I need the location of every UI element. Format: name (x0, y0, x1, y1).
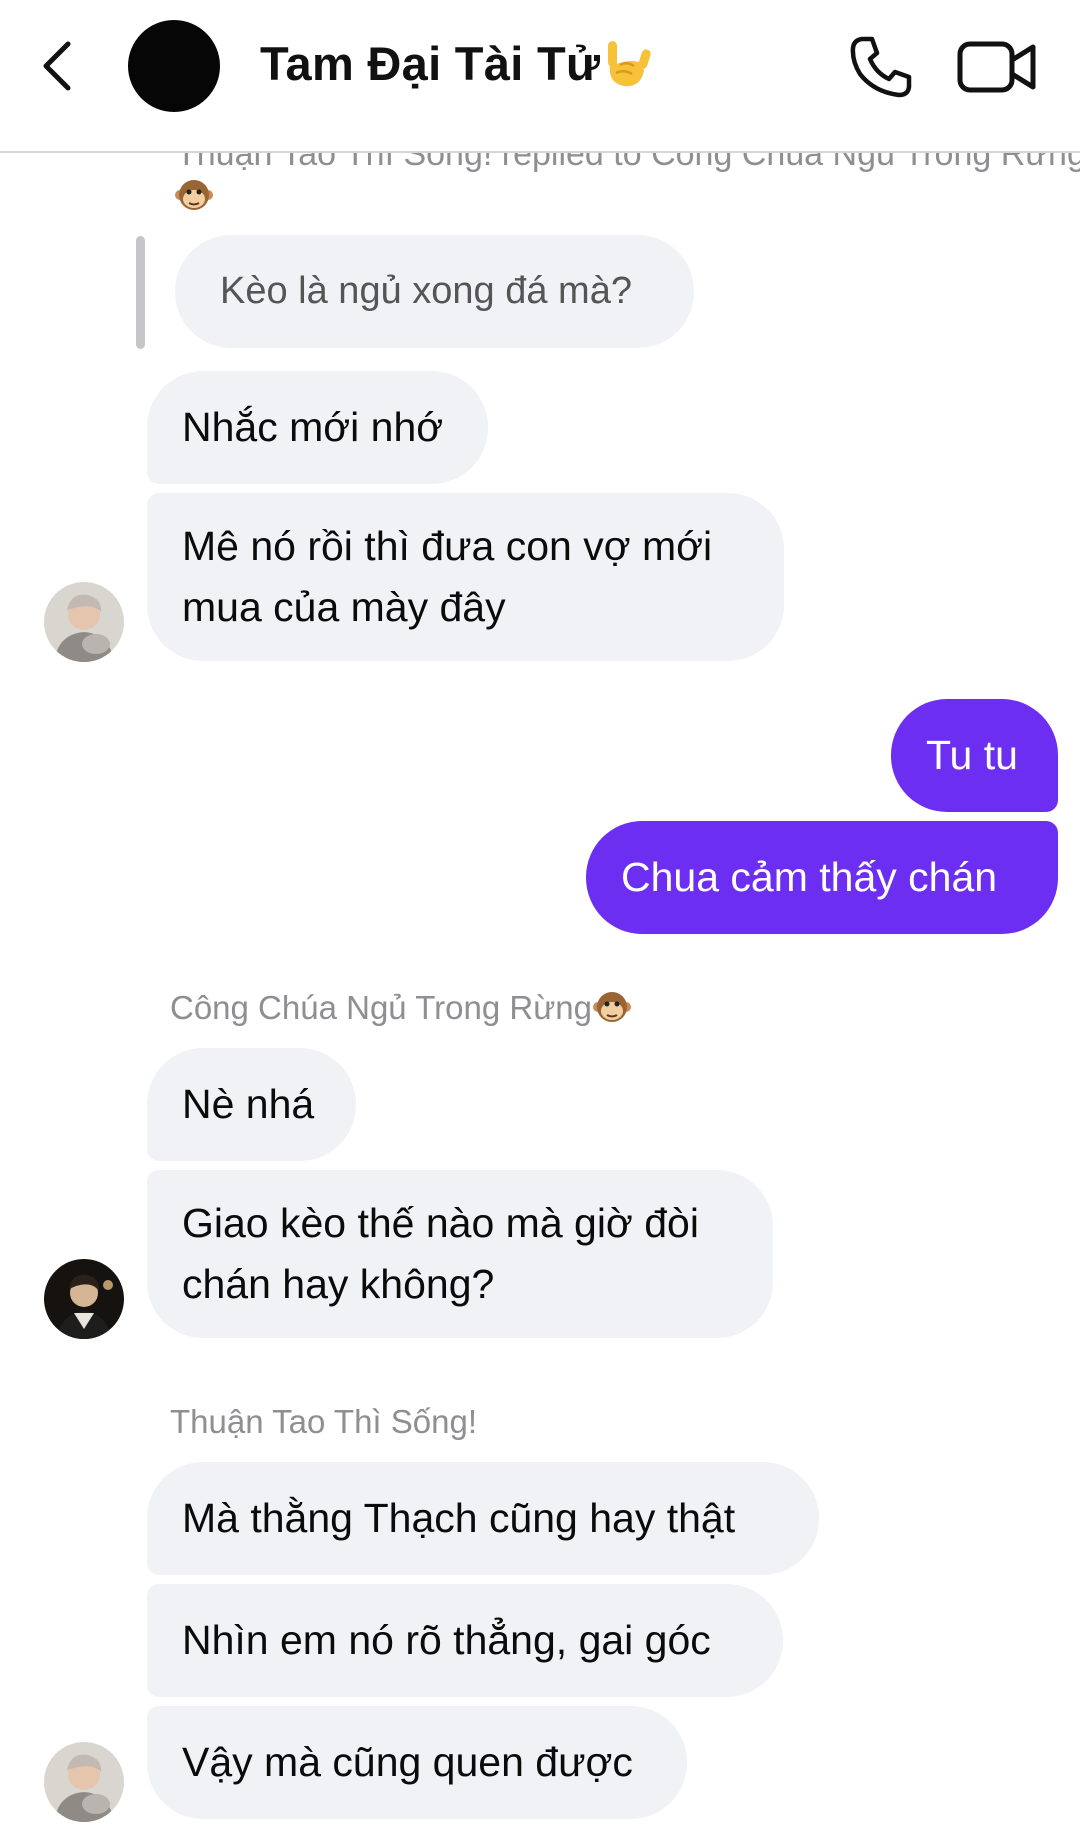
sender-avatar[interactable] (44, 1742, 124, 1822)
message-text: Nè nhá (182, 1081, 315, 1127)
reply-context-text: Thuận Tao Thì Sống! replied to Công Chúa… (176, 153, 1080, 173)
chat-title[interactable]: Tam Đại Tài Tử (260, 36, 652, 91)
message-bubble-incoming[interactable]: Nhìn em nó rõ thẳng, gai góc (147, 1584, 783, 1697)
rock-on-hand-emoji (608, 40, 652, 86)
message-text: Tu tu (926, 732, 1018, 778)
monkey-face-emoji (175, 180, 213, 210)
sender-name: Công Chúa Ngủ Trong Rừng (170, 989, 632, 1027)
video-camera-icon (957, 41, 1036, 93)
profile-photo-icon (44, 1742, 124, 1822)
audio-call-button[interactable] (848, 34, 914, 100)
message-text: Giao kèo thế nào mà giờ đòi chán hay khô… (182, 1200, 699, 1307)
message-bubble-incoming[interactable]: Nhắc mới nhớ (147, 371, 488, 484)
reply-context-label: Thuận Tao Thì Sống! replied to Công Chúa… (176, 153, 1080, 174)
sender-name: Thuận Tao Thì Sống! (170, 1403, 477, 1441)
sender-avatar[interactable] (44, 582, 124, 662)
message-text: Mê nó rồi thì đưa con vợ mới mua của mày… (182, 523, 713, 630)
message-bubble-incoming[interactable]: Nè nhá (147, 1048, 356, 1161)
message-text: Nhìn em nó rõ thẳng, gai góc (182, 1617, 711, 1663)
video-call-button[interactable] (956, 38, 1038, 96)
chat-title-text: Tam Đại Tài Tử (260, 37, 601, 90)
message-bubble-incoming[interactable]: Giao kèo thế nào mà giờ đòi chán hay khô… (147, 1170, 773, 1338)
sender-avatar[interactable] (44, 1259, 124, 1339)
reply-indicator-bar (136, 236, 145, 349)
message-text: Nhắc mới nhớ (182, 404, 444, 450)
message-bubble-incoming[interactable]: Mà thằng Thạch cũng hay thật (147, 1462, 819, 1575)
chat-header: Tam Đại Tài Tử (0, 0, 1080, 153)
message-text: Vậy mà cũng quen được (182, 1739, 633, 1785)
message-bubble-outgoing[interactable]: Chua cảm thấy chán (586, 821, 1058, 934)
group-avatar[interactable] (128, 20, 220, 112)
sender-name-text: Công Chúa Ngủ Trong Rừng (170, 989, 593, 1026)
monkey-face-emoji (593, 992, 632, 1023)
phone-icon (850, 36, 912, 98)
profile-photo-icon (44, 582, 124, 662)
profile-photo-icon (44, 1259, 124, 1339)
message-list[interactable]: Thuận Tao Thì Sống! replied to Công Chúa… (0, 153, 1080, 1848)
message-bubble-incoming[interactable]: Mê nó rồi thì đưa con vợ mới mua của mày… (147, 493, 784, 661)
message-text: Mà thằng Thạch cũng hay thật (182, 1495, 736, 1541)
message-bubble-incoming[interactable]: Vậy mà cũng quen được (147, 1706, 687, 1819)
sender-name-text: Thuận Tao Thì Sống! (170, 1403, 478, 1440)
quoted-message-text: Kèo là ngủ xong đá mà? (220, 270, 632, 312)
chevron-left-icon (43, 41, 71, 91)
message-text: Chua cảm thấy chán (621, 854, 998, 900)
back-button[interactable] (38, 38, 78, 94)
message-bubble-outgoing[interactable]: Tu tu (891, 699, 1058, 812)
quoted-message[interactable]: Kèo là ngủ xong đá mà? (175, 235, 694, 348)
